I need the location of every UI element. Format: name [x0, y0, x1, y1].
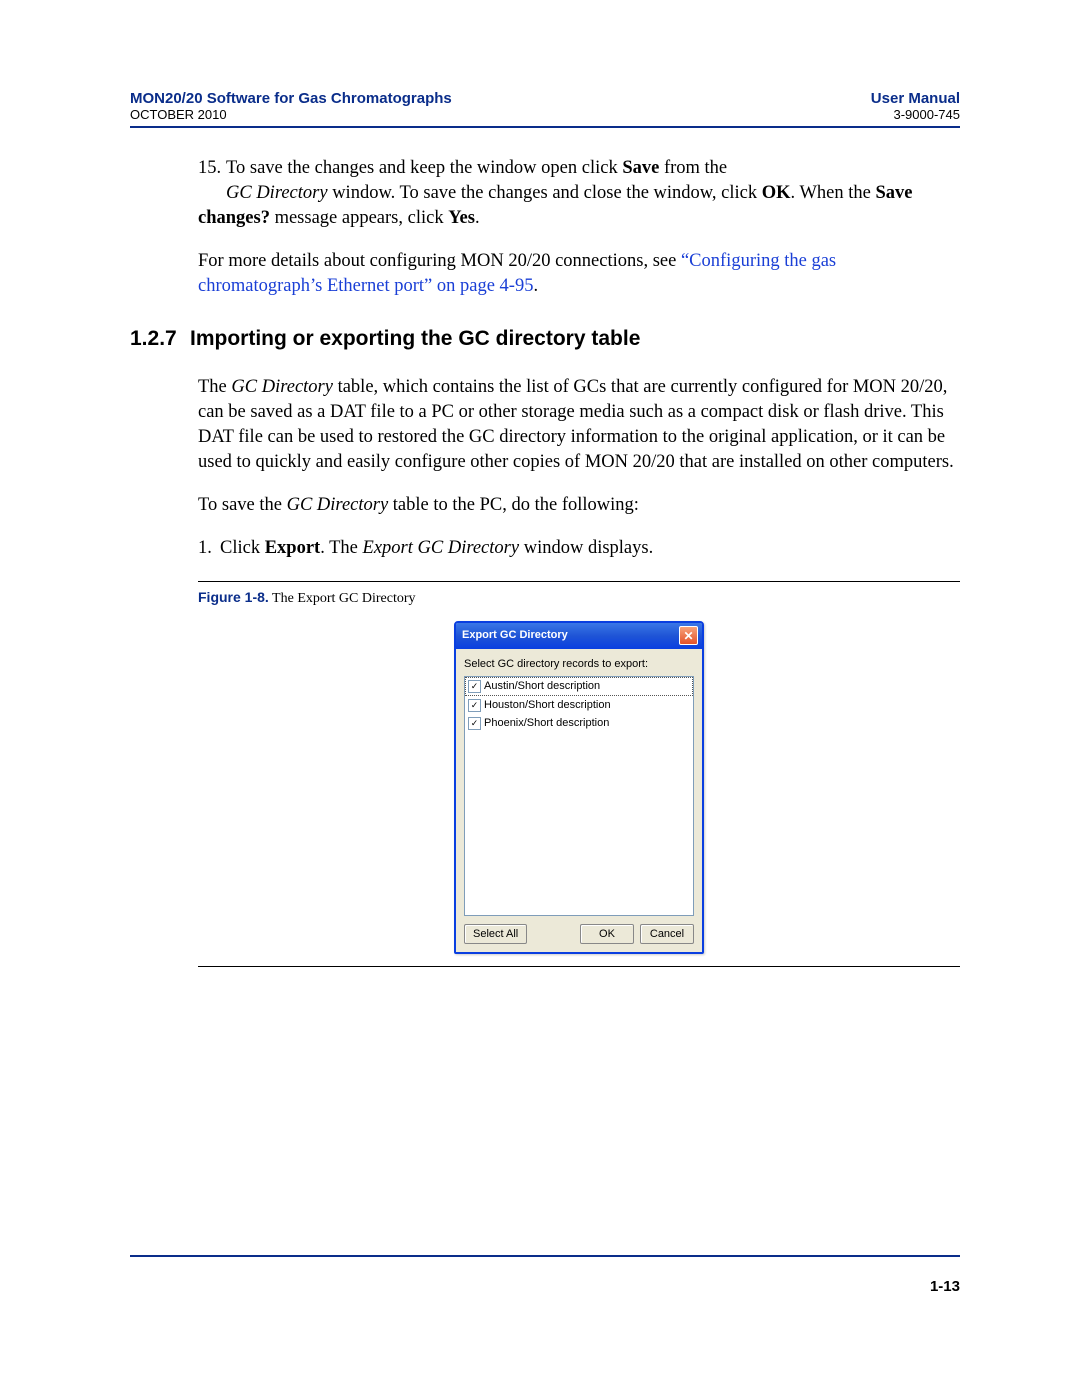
- text: table to the PC, do the following:: [388, 495, 639, 515]
- checkbox-icon[interactable]: ✓: [468, 680, 481, 693]
- step-15: 15.To save the changes and keep the wind…: [198, 156, 960, 231]
- bold: Save: [622, 158, 659, 178]
- step-1: 1.Click Export. The Export GC Directory …: [198, 536, 960, 561]
- paragraph-more-details: For more details about configuring MON 2…: [198, 249, 960, 299]
- list-item[interactable]: ✓ Austin/Short description: [465, 677, 693, 696]
- figure-caption: Figure 1-8. The Export GC Directory: [198, 588, 960, 609]
- italic: GC Directory: [226, 183, 328, 203]
- italic: GC Directory: [287, 495, 389, 515]
- checkbox-icon[interactable]: ✓: [468, 717, 481, 730]
- dialog-prompt: Select GC directory records to export:: [464, 657, 694, 672]
- step-number: 15.: [198, 156, 226, 181]
- dialog-body: Select GC directory records to export: ✓…: [456, 649, 702, 952]
- dialog-titlebar[interactable]: Export GC Directory ✕: [456, 623, 702, 649]
- cancel-button[interactable]: Cancel: [640, 924, 694, 944]
- page-header: MON20/20 Software for Gas Chromatographs…: [130, 90, 960, 128]
- ok-button[interactable]: OK: [580, 924, 634, 944]
- text: window displays.: [519, 538, 653, 558]
- body: 15.To save the changes and keep the wind…: [130, 156, 960, 967]
- list-item[interactable]: ✓ Phoenix/Short description: [465, 714, 693, 733]
- text: window. To save the changes and close th…: [328, 183, 762, 203]
- italic: Export GC Directory: [363, 538, 520, 558]
- paragraph-intro: The GC Directory table, which contains t…: [198, 375, 960, 475]
- text: To save the: [198, 495, 287, 515]
- text: from the: [659, 158, 727, 178]
- paragraph-save: To save the GC Directory table to the PC…: [198, 493, 960, 518]
- text: message appears, click: [270, 208, 448, 228]
- bold: Export: [265, 538, 321, 558]
- records-listbox[interactable]: ✓ Austin/Short description ✓ Houston/Sho…: [464, 676, 694, 916]
- doc-type: User Manual: [871, 90, 960, 107]
- dialog-button-row: Select All OK Cancel: [464, 916, 694, 944]
- bold: Yes: [448, 208, 475, 228]
- doc-date: OCTOBER 2010: [130, 107, 452, 122]
- section-heading: 1.2.7Importing or exporting the GC direc…: [130, 325, 960, 353]
- header-left: MON20/20 Software for Gas Chromatographs…: [130, 90, 452, 122]
- doc-title: MON20/20 Software for Gas Chromatographs: [130, 90, 452, 107]
- list-item-label: Houston/Short description: [484, 698, 611, 713]
- page-number: 1-13: [930, 1278, 960, 1295]
- text-line2: GC Directory window. To save the changes…: [198, 183, 913, 228]
- dialog-title: Export GC Directory: [462, 628, 568, 643]
- text: To save the changes and keep the window …: [226, 158, 622, 178]
- section-number: 1.2.7: [130, 325, 190, 353]
- section-title: Importing or exporting the GC directory …: [190, 327, 640, 350]
- text: .: [533, 276, 538, 296]
- text: . When the: [791, 183, 876, 203]
- step-number: 1.: [198, 536, 220, 561]
- checkbox-icon[interactable]: ✓: [468, 699, 481, 712]
- footer-rule: [130, 1255, 960, 1257]
- text: .: [475, 208, 480, 228]
- doc-code: 3-9000-745: [871, 107, 960, 122]
- figure-1-8: Figure 1-8. The Export GC Directory Expo…: [198, 581, 960, 967]
- figure-title: The Export GC Directory: [272, 591, 415, 606]
- text: The: [198, 377, 231, 397]
- list-item[interactable]: ✓ Houston/Short description: [465, 696, 693, 715]
- text: For more details about configuring MON 2…: [198, 251, 681, 271]
- list-item-label: Phoenix/Short description: [484, 716, 609, 731]
- header-right: User Manual 3-9000-745: [871, 90, 960, 122]
- italic: GC Directory: [231, 377, 333, 397]
- close-icon[interactable]: ✕: [679, 626, 698, 645]
- export-gc-directory-dialog: Export GC Directory ✕ Select GC director…: [454, 621, 704, 954]
- text: . The: [320, 538, 362, 558]
- figure-label: Figure 1-8.: [198, 589, 269, 605]
- select-all-button[interactable]: Select All: [464, 924, 527, 944]
- bold: OK: [762, 183, 791, 203]
- page: MON20/20 Software for Gas Chromatographs…: [0, 0, 1080, 1397]
- list-item-label: Austin/Short description: [484, 679, 600, 694]
- text: Click: [220, 538, 265, 558]
